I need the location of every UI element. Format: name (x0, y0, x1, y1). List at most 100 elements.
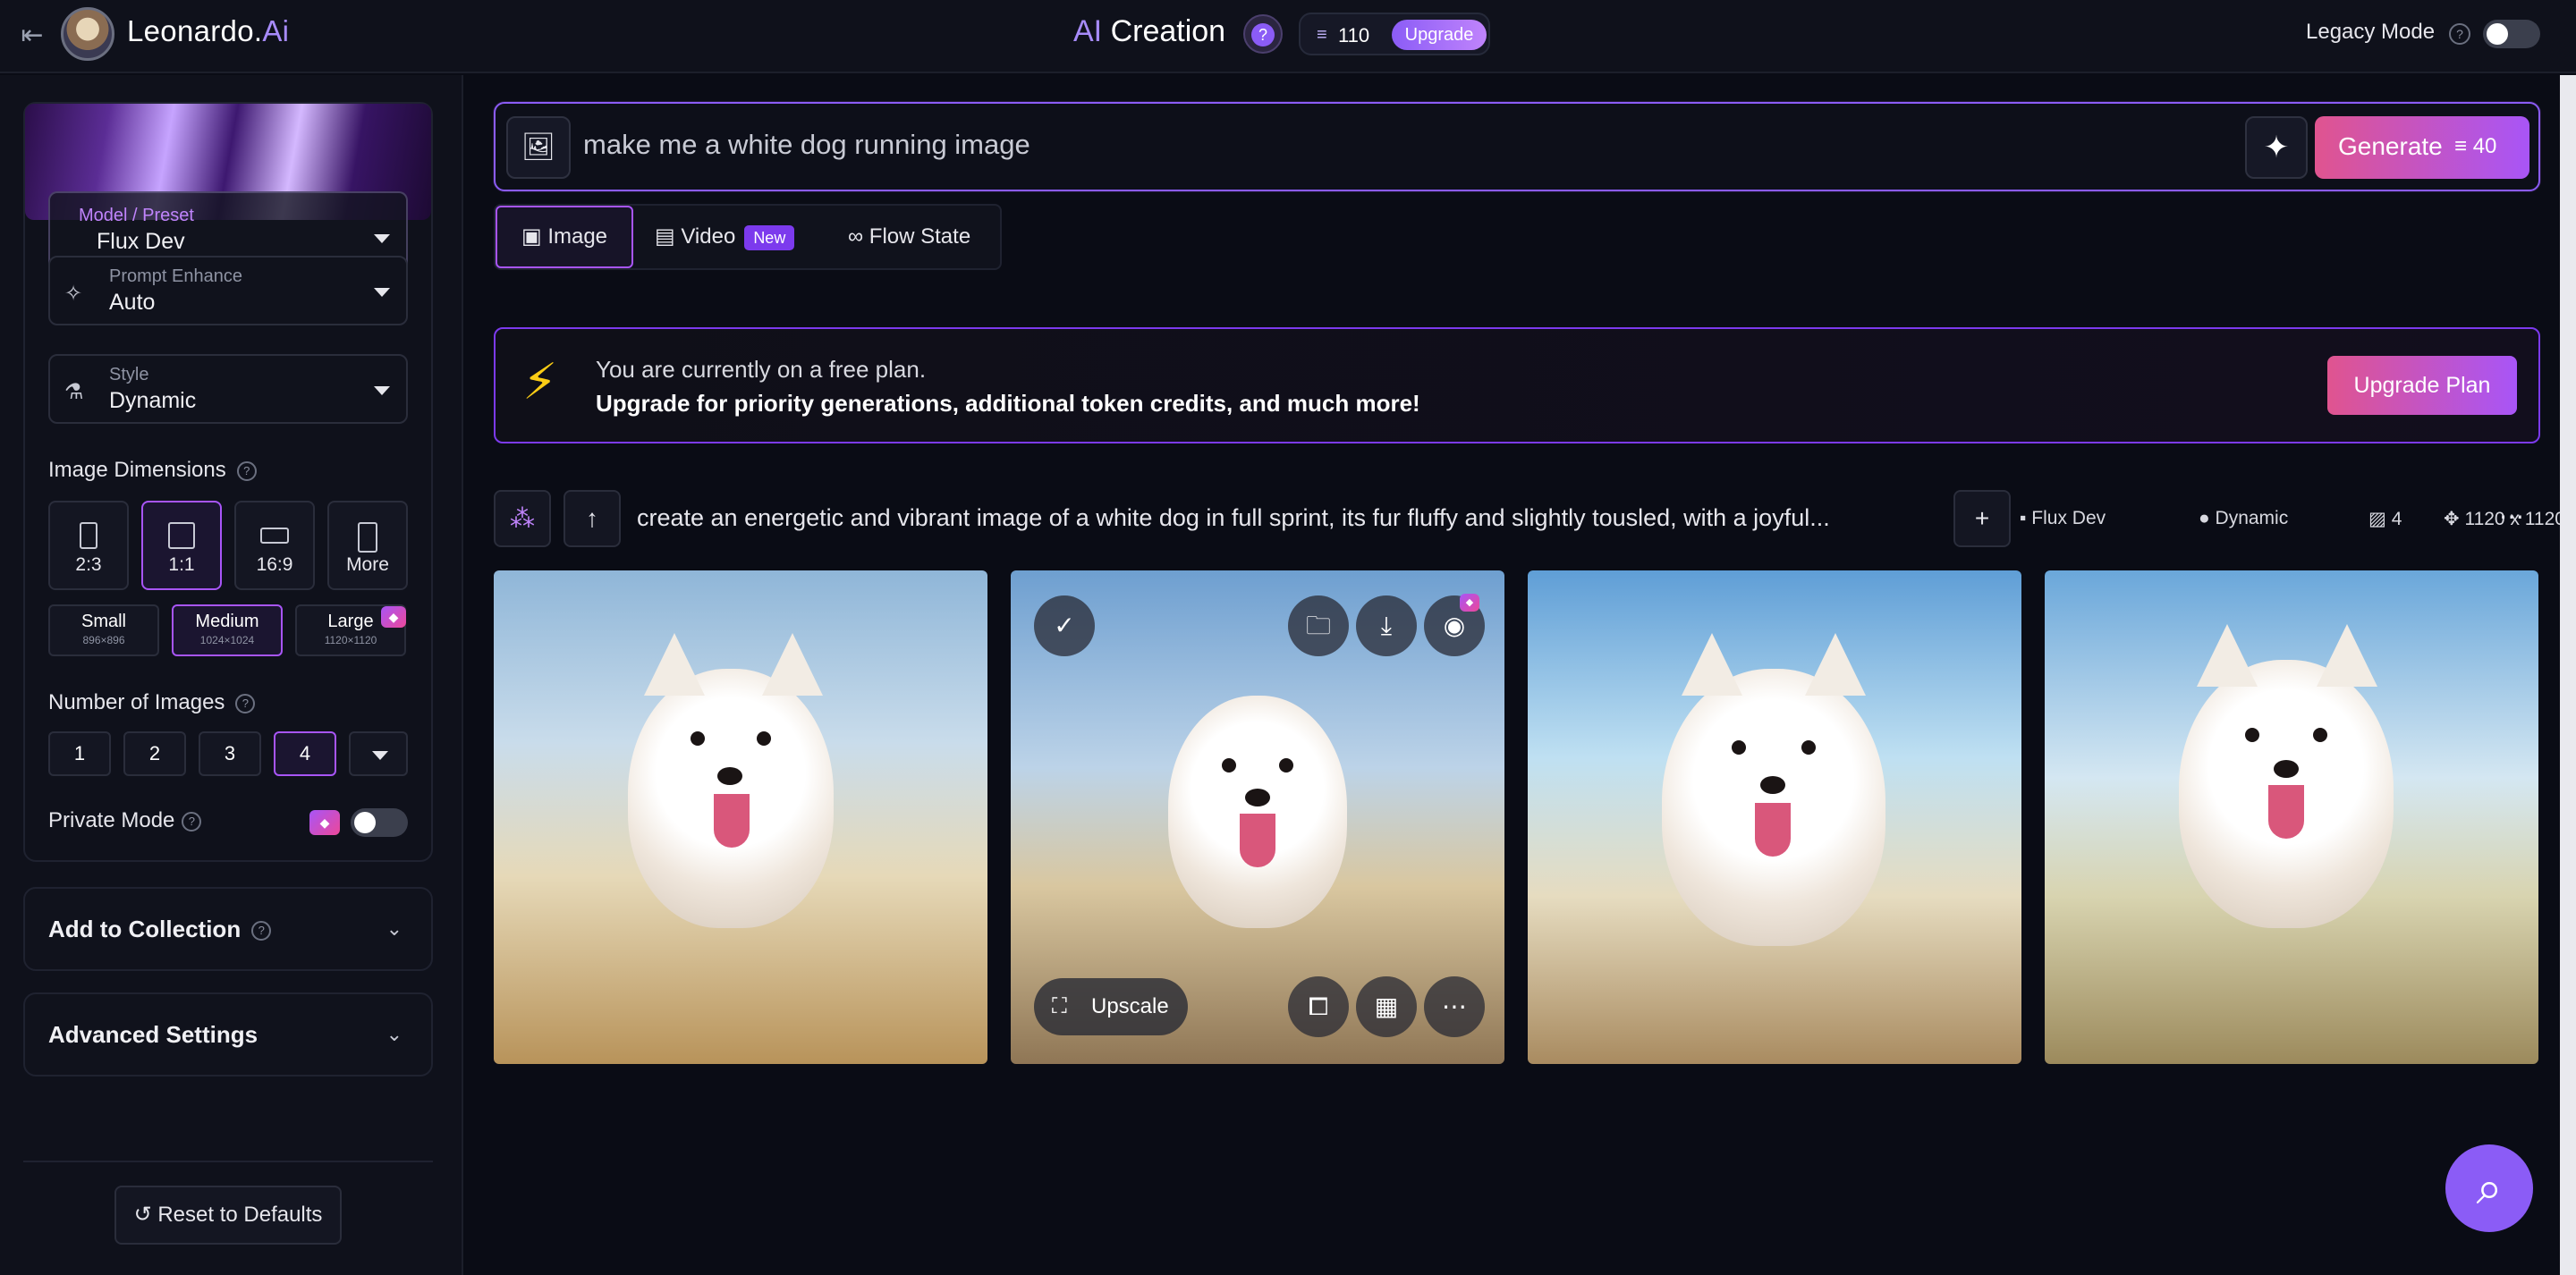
style-select[interactable]: ⚗ Style Dynamic (48, 354, 408, 424)
generated-image-4[interactable] (2045, 570, 2538, 1064)
ratio-16-9-button[interactable]: 16:9 (234, 501, 315, 590)
dog-eye (1279, 758, 1293, 773)
select-check-icon[interactable]: ✓ (1034, 595, 1095, 656)
premium-gem-icon: ◆ (309, 810, 340, 835)
reuse-prompt-icon[interactable]: ↑ (564, 490, 621, 547)
upscale-label: Upscale (1091, 994, 1169, 1018)
toggle-knob (354, 812, 376, 833)
size-resolution: 1024×1024 (199, 634, 255, 646)
help-symbol: ? (1251, 23, 1275, 46)
number-of-images-label: Number of Images (48, 690, 225, 714)
generate-button[interactable]: Generate ≡ 40 (2315, 116, 2529, 179)
size-resolution: 1120×1120 (324, 634, 377, 646)
num-images-1-button[interactable]: 1 (48, 731, 111, 776)
chevron-down-icon: ⌄ (386, 1023, 402, 1045)
tab-video[interactable]: ▤ Video New (655, 206, 795, 268)
reset-label: Reset to Defaults (157, 1203, 323, 1227)
upgrade-plan-button[interactable]: Upgrade Plan (2327, 356, 2517, 415)
brand-logo[interactable]: Leonardo.Ai (127, 14, 289, 48)
generation-model-value: Flux Dev (2031, 508, 2106, 528)
dog-eye (1801, 740, 1816, 755)
reset-icon: ↺ (133, 1203, 152, 1227)
num-images-3-button[interactable]: 3 (199, 731, 261, 776)
image-icon: ▣ (521, 224, 542, 249)
private-mode-toggle[interactable] (351, 808, 408, 837)
dog-tongue (1755, 803, 1791, 857)
tab-flow-state[interactable]: ∞ Flow State (848, 206, 970, 268)
ratio-1-1-button[interactable]: 1:1 (141, 501, 222, 590)
dog-nose (717, 767, 742, 785)
num-images-4-button[interactable]: 4 (274, 731, 336, 776)
image-dimensions-heading: Image Dimensions? (48, 458, 257, 483)
collapse-sidebar-icon[interactable]: ⇤ (13, 20, 52, 52)
mode-tabs: ▣ Image ▤ Video New ∞ Flow State (494, 204, 1002, 270)
download-icon[interactable]: ⤓ (1356, 595, 1417, 656)
token-icon: ≡ (2454, 134, 2468, 158)
dog-tongue (1240, 814, 1275, 867)
generation-header: ⁂ ↑ create an energetic and vibrant imag… (494, 490, 2576, 547)
prompt-enhance-value: Auto (109, 290, 156, 315)
video-icon: ▤ (655, 224, 675, 249)
token-count: 110 (1338, 24, 1370, 46)
image-prompt-icon[interactable]: 🖼 (506, 116, 571, 179)
dog-image (1662, 633, 1885, 946)
size-small-button[interactable]: Small 896×896 (48, 604, 159, 656)
page-scrollbar[interactable] (2560, 75, 2576, 1275)
image-dimensions-label: Image Dimensions (48, 458, 226, 482)
avatar[interactable] (61, 7, 114, 61)
num-images-2-button[interactable]: 2 (123, 731, 186, 776)
lightning-icon: ⚡ (522, 353, 558, 410)
tab-image[interactable]: ▣ Image (496, 206, 633, 268)
dog-eye (691, 731, 705, 746)
help-icon[interactable]: ? (182, 811, 202, 832)
num-images-more-button[interactable] (349, 731, 408, 776)
brand-prefix: Leonardo. (127, 14, 263, 47)
folder-icon[interactable]: 🗀 (1288, 595, 1349, 656)
ratio-more-button[interactable]: More (327, 501, 408, 590)
chevron-down-icon: ⌄ (386, 917, 402, 940)
chevron-down-icon (374, 386, 390, 395)
more-options-icon[interactable]: ⋯ (1424, 976, 1485, 1037)
search-icon: ⌕ (2476, 1162, 2503, 1214)
dog-eye (2245, 728, 2259, 742)
dog-eye (2313, 728, 2327, 742)
dog-eye (1222, 758, 1236, 773)
reset-to-defaults-button[interactable]: ↺ Reset to Defaults (114, 1186, 342, 1245)
advanced-settings-accordion[interactable]: Advanced Settings ⌄ (23, 992, 433, 1077)
magic-wand-icon[interactable]: ⁂ (494, 490, 551, 547)
size-medium-button[interactable]: Medium 1024×1024 (172, 604, 283, 656)
help-icon[interactable]: ? (236, 460, 257, 481)
prompt-input[interactable]: make me a white dog running image (583, 129, 1030, 161)
size-label: Small (80, 612, 126, 631)
brand-suffix: Ai (262, 14, 290, 47)
help-icon[interactable]: ? (1243, 14, 1283, 54)
generation-prompt[interactable]: create an energetic and vibrant image of… (637, 504, 1830, 532)
title-ai: AI (1073, 14, 1103, 48)
legacy-mode-toggle[interactable] (2483, 20, 2540, 48)
token-credits[interactable]: ≡ 110 Upgrade (1299, 13, 1490, 55)
add-icon[interactable]: + (1953, 490, 2011, 547)
images-icon: ▨ (2368, 509, 2386, 529)
generated-image-3[interactable] (1528, 570, 2021, 1064)
search-fab-button[interactable]: ⌕ (2445, 1144, 2533, 1232)
top-bar: ⇤ Leonardo.Ai AI Creation ? ≡ 110 Upgrad… (0, 0, 2576, 73)
prompt-enhance-select[interactable]: ✧ Prompt Enhance Auto (48, 256, 408, 325)
prompt-sparkle-button[interactable]: ✦ (2245, 116, 2308, 179)
more-options-icon[interactable]: ⋯ (2483, 490, 2540, 547)
film-icon[interactable]: ▦ (1356, 976, 1417, 1037)
tab-flow-state-label: Flow State (869, 224, 971, 249)
upgrade-button[interactable]: Upgrade (1392, 20, 1487, 50)
help-icon[interactable]: ? (235, 693, 256, 713)
upscale-button[interactable]: ⛶ Upscale (1034, 978, 1188, 1035)
prompt-enhance-label: Prompt Enhance (109, 266, 242, 286)
ratio-label: 2:3 (75, 554, 102, 575)
ratio-2-3-button[interactable]: 2:3 (48, 501, 129, 590)
generated-image-1[interactable] (494, 570, 987, 1064)
legacy-help-icon[interactable]: ? (2449, 23, 2470, 45)
help-icon[interactable]: ? (251, 921, 272, 941)
add-to-collection-accordion[interactable]: Add to Collection? ⌄ (23, 887, 433, 971)
crop-icon[interactable]: ⧠ (1288, 976, 1349, 1037)
sparkle-icon: ✧ (64, 282, 83, 306)
model-thumbnail-icon: ▪ (2020, 508, 2027, 528)
generated-image-2[interactable]: ✓ 🗀 ⤓ ◉ ◆ ⛶ Upscale ⧠ ▦ ⋯ (1011, 570, 1504, 1064)
